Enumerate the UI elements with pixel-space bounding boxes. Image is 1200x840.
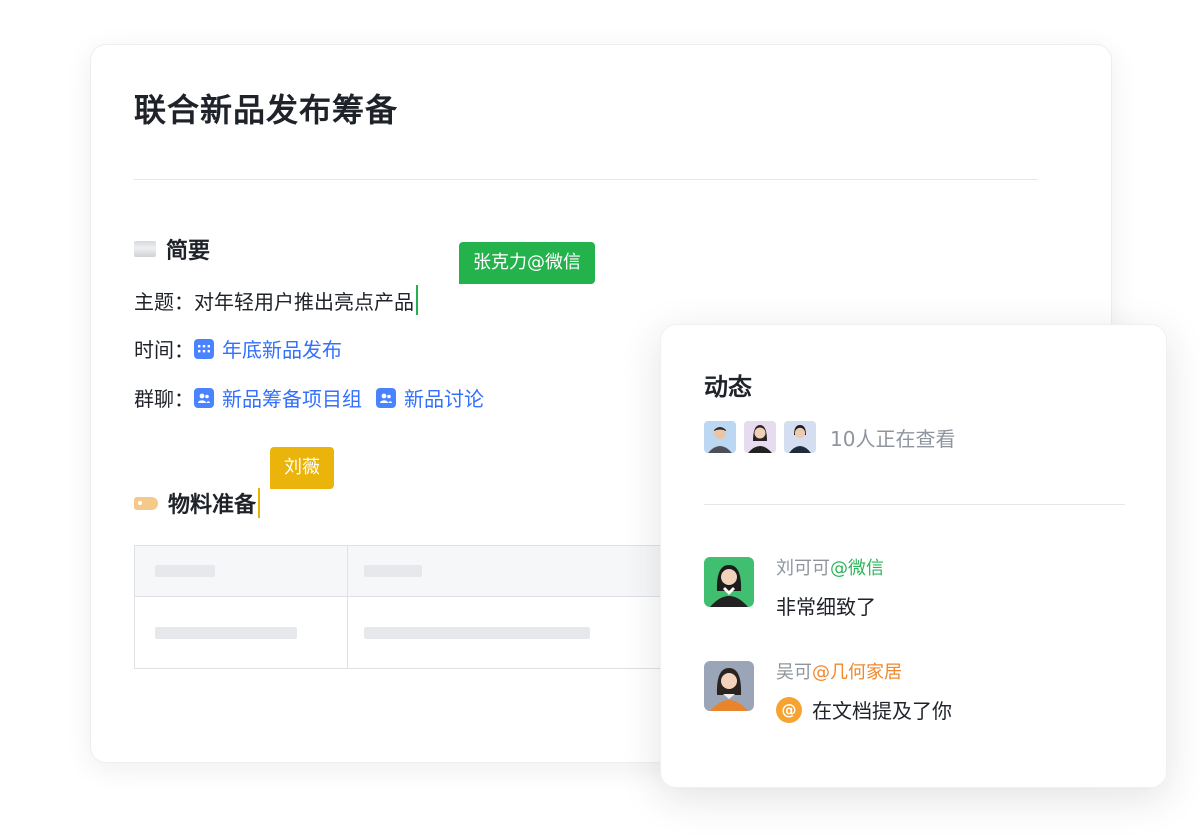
calendar-event-label: 年底新品发布 — [222, 338, 342, 362]
theme-row: 主题： 对年轻用户推出亮点产品 — [134, 285, 418, 315]
activity-divider — [704, 504, 1125, 505]
activity-message: @ 在文档提及了你 — [776, 695, 952, 724]
placeholder-bar — [155, 626, 297, 639]
group-chat-link-1[interactable]: 新品筹备项目组 — [194, 383, 362, 412]
calendar-event-link[interactable]: 年底新品发布 — [194, 334, 342, 363]
placeholder-bar — [364, 626, 590, 639]
viewer-avatar[interactable] — [784, 421, 816, 453]
document-title: 联合新品发布筹备 — [134, 91, 399, 129]
placeholder-bar — [155, 565, 215, 577]
viewer-avatar[interactable] — [744, 421, 776, 453]
activity-message: 非常细致了 — [776, 591, 884, 620]
collaborator-cursor-yellow — [258, 488, 261, 518]
activity-org: @几何家居 — [812, 662, 902, 683]
activity-org: @微信 — [830, 558, 884, 579]
table-cell[interactable] — [134, 596, 348, 669]
collaborator-cursor-green — [416, 285, 418, 315]
activity-message-text: 非常细致了 — [776, 595, 876, 619]
table-header-cell[interactable] — [134, 545, 348, 597]
avatar[interactable] — [704, 557, 754, 607]
scroll-icon — [134, 241, 156, 257]
section-brief-label: 简要 — [166, 239, 211, 264]
activity-message-text: 在文档提及了你 — [812, 699, 952, 723]
activity-item[interactable]: 刘可可@微信 非常细致了 — [704, 557, 884, 620]
activity-content: 吴可@几何家居 @ 在文档提及了你 — [776, 661, 952, 724]
group-chat-link-2[interactable]: 新品讨论 — [376, 383, 484, 412]
section-brief-heading: 简要 — [134, 233, 210, 265]
placeholder-bar — [364, 565, 422, 577]
activity-user: 吴可 — [776, 662, 812, 683]
tag-icon — [134, 496, 158, 510]
collaborator-flag-green: 张克力@微信 — [459, 242, 595, 284]
section-materials-label: 物料准备 — [168, 493, 257, 518]
mention-icon: @ — [776, 696, 802, 723]
group-chat-icon — [194, 387, 214, 408]
viewers-count-text: 10人正在查看 — [830, 426, 956, 451]
theme-value[interactable]: 对年轻用户推出亮点产品 — [194, 286, 414, 315]
group-label: 群聊： — [134, 387, 194, 411]
activity-content: 刘可可@微信 非常细致了 — [776, 557, 884, 620]
viewer-avatar[interactable] — [704, 421, 736, 453]
activity-meta: 吴可@几何家居 — [776, 661, 952, 685]
viewers-row[interactable]: 10人正在查看 — [704, 421, 955, 453]
section-materials-heading: 物料准备 — [134, 487, 261, 519]
collaborator-flag-yellow: 刘薇 — [270, 447, 334, 489]
title-divider — [134, 179, 1038, 180]
theme-label: 主题： — [134, 289, 194, 314]
activity-meta: 刘可可@微信 — [776, 557, 884, 581]
calendar-icon — [194, 338, 214, 359]
activity-panel: 动态 10人正在查看 刘可可@微信 非常细致了 吴可@几何家居 @ 在文档提及了… — [660, 324, 1167, 788]
activity-item[interactable]: 吴可@几何家居 @ 在文档提及了你 — [704, 661, 952, 724]
avatar[interactable] — [704, 661, 754, 711]
group-chat-label-1: 新品筹备项目组 — [222, 387, 362, 411]
activity-user: 刘可可 — [776, 558, 830, 579]
group-row: 群聊： 新品筹备项目组 新品讨论 — [134, 383, 484, 412]
group-chat-label-2: 新品讨论 — [404, 387, 484, 411]
time-row: 时间： 年底新品发布 — [134, 334, 342, 363]
time-label: 时间： — [134, 338, 194, 362]
group-chat-icon — [376, 387, 396, 408]
activity-title: 动态 — [704, 373, 752, 401]
